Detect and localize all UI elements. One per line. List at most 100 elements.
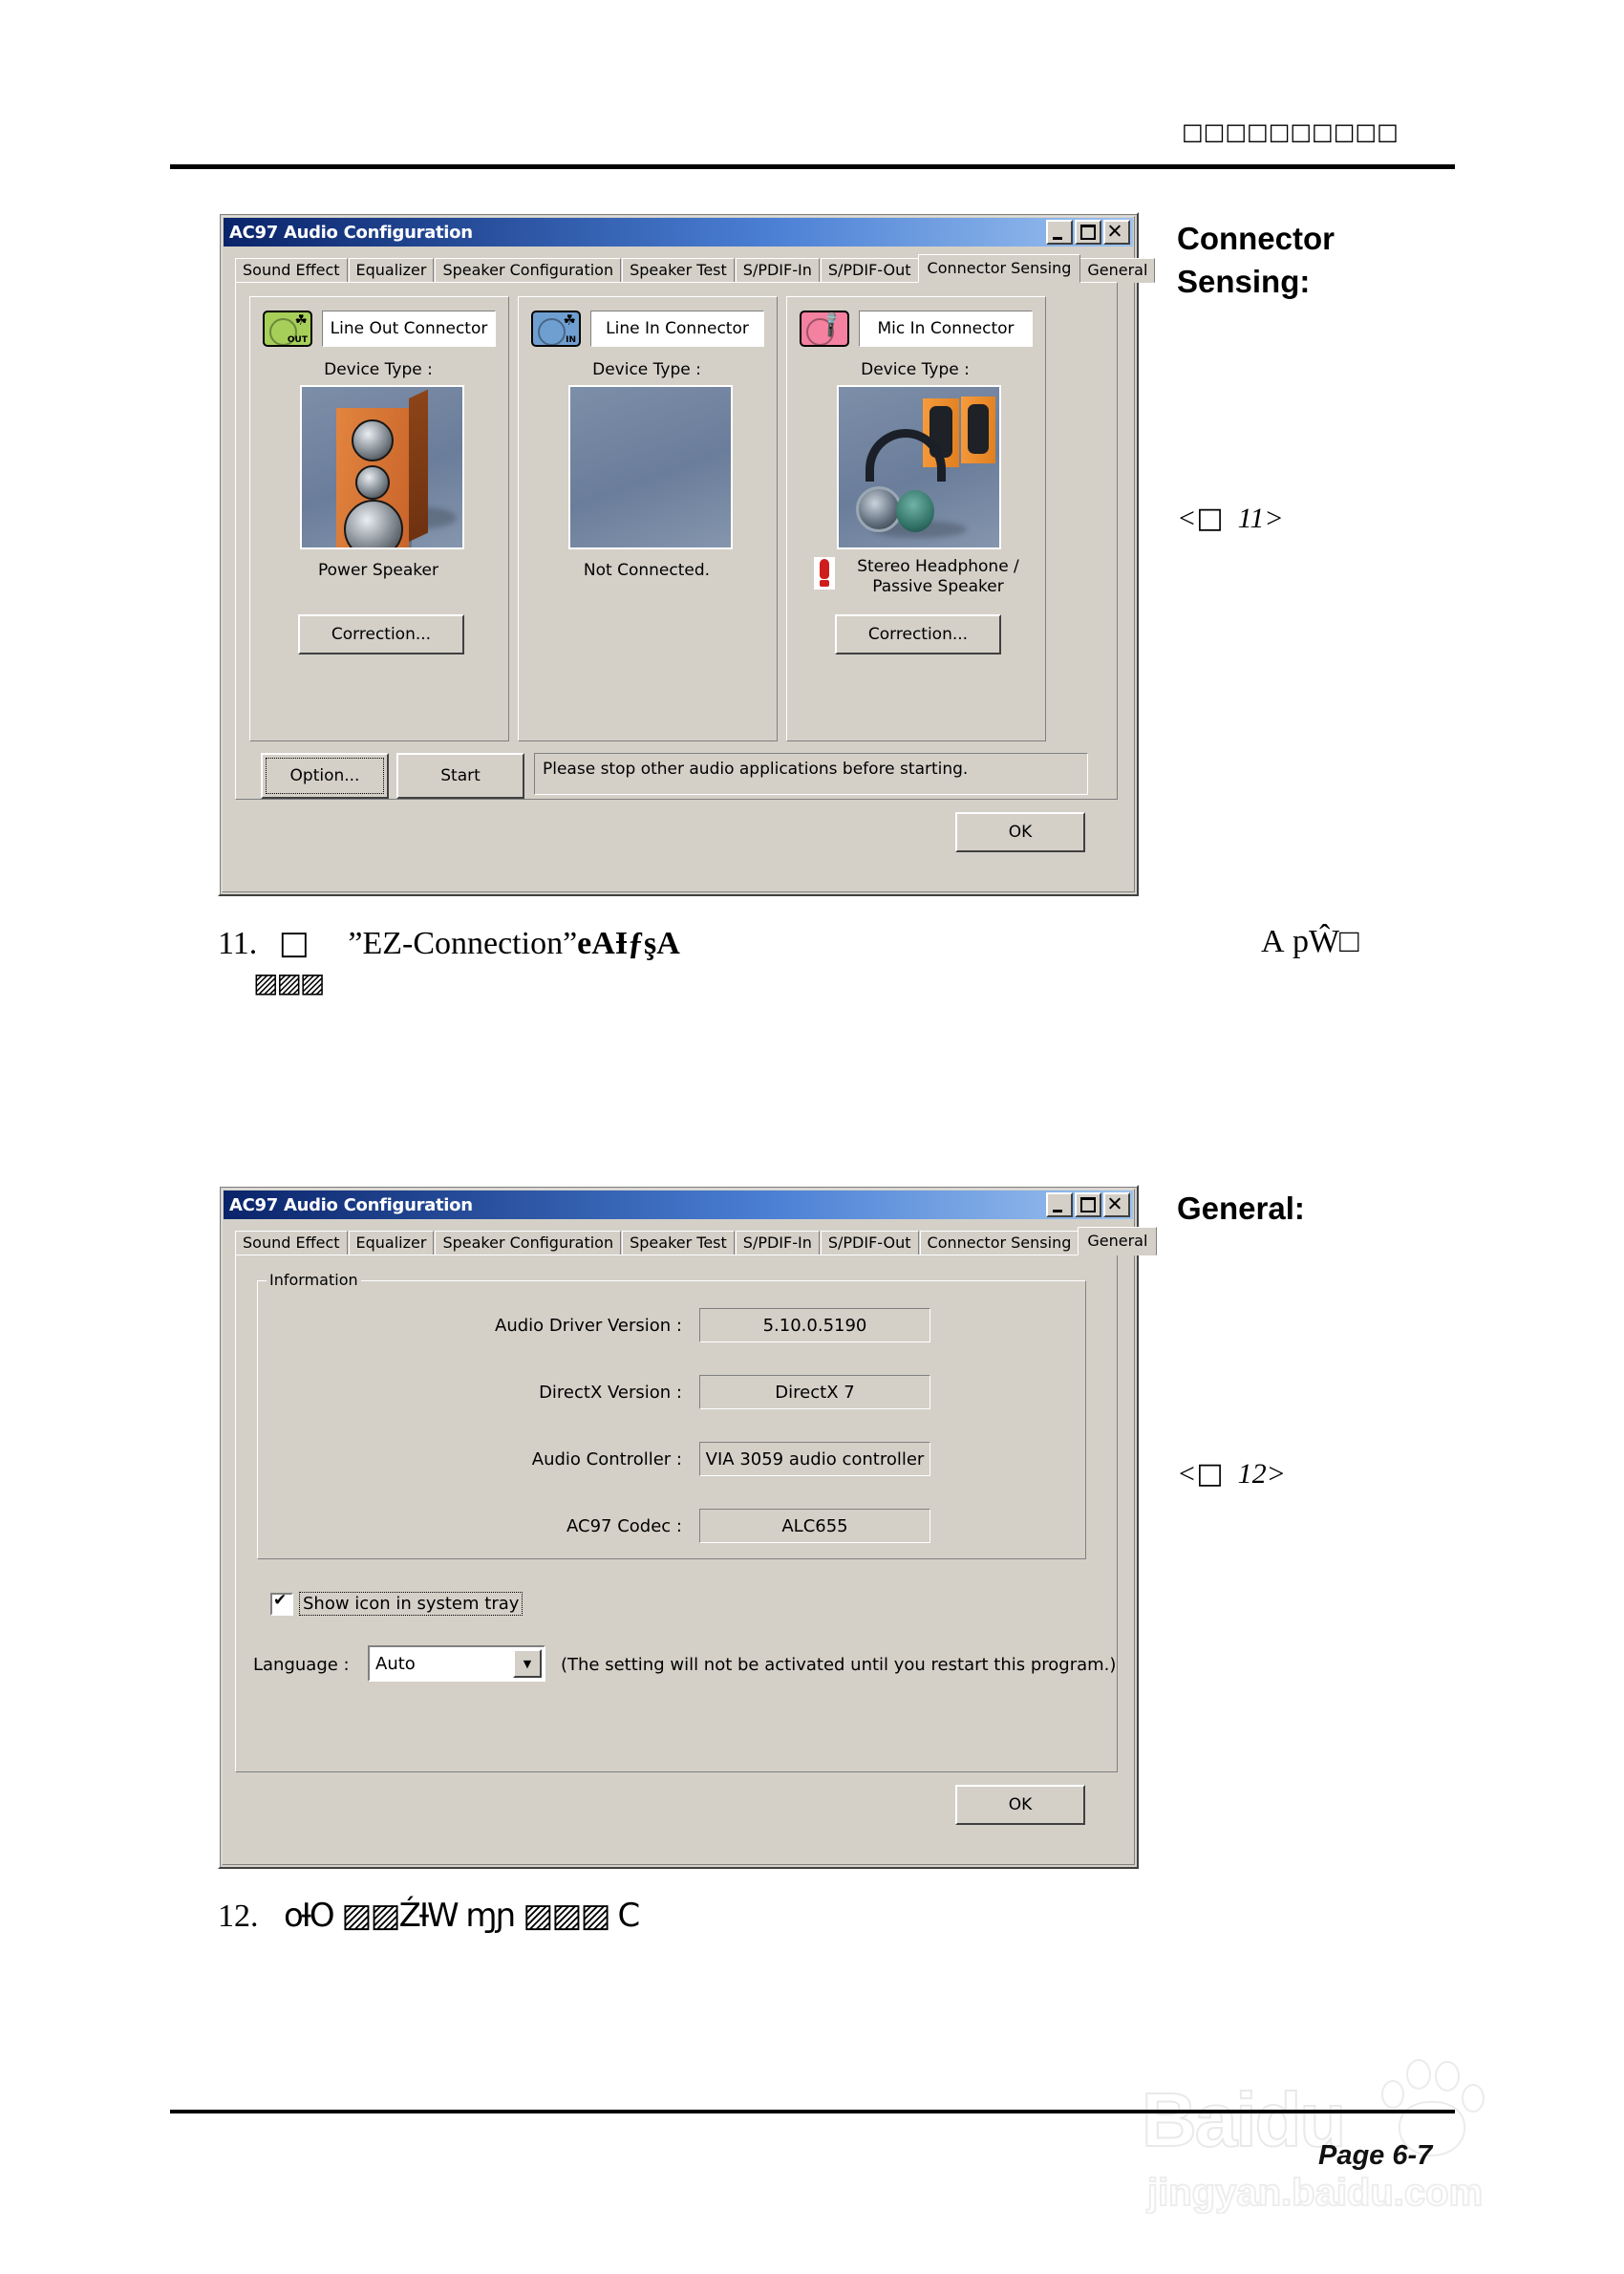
device-type-label-line-out: Device Type :	[324, 360, 433, 379]
tab-sound-effect[interactable]: Sound Effect	[235, 258, 348, 283]
language-restart-note: (The setting will not be activated until…	[561, 1655, 1117, 1675]
chevron-down-icon[interactable]: ▼	[513, 1649, 542, 1678]
language-label: Language :	[253, 1655, 350, 1675]
headphone-passive-speaker-image	[837, 385, 1001, 549]
page-number: Page 6-7	[1318, 2140, 1433, 2171]
audio-driver-version-value: 5.10.0.5190	[699, 1308, 930, 1342]
tab-spdif-out[interactable]: S/PDIF-Out	[820, 258, 919, 283]
tab-spdif-in[interactable]: S/PDIF-In	[735, 258, 820, 283]
figref-close: >	[1264, 503, 1284, 534]
window-title: AC97 Audio Configuration	[229, 222, 473, 243]
show-tray-icon-label: Show icon in system tray	[299, 1592, 524, 1616]
figure-reference-11: <□ 11>	[1177, 502, 1284, 535]
tab-equalizer[interactable]: Equalizer	[348, 258, 435, 283]
title-bar[interactable]: AC97 Audio Configuration	[224, 1191, 1133, 1219]
window-title: AC97 Audio Configuration	[229, 1194, 473, 1215]
tab-connector-sensing[interactable]: Connector Sensing	[919, 1231, 1079, 1255]
mic-in-connector-label: Mic In Connector	[859, 311, 1033, 347]
show-tray-icon-checkbox-row[interactable]: Show icon in system tray	[270, 1591, 524, 1616]
status-mic-in-line2: Passive Speaker	[872, 577, 1004, 597]
jack-direction-label: IN	[566, 335, 576, 345]
tab-equalizer[interactable]: Equalizer	[348, 1231, 435, 1255]
correction-button-mic-in[interactable]: Correction...	[835, 614, 1001, 654]
tab-page-general: Information Audio Driver Version : 5.10.…	[235, 1255, 1118, 1772]
device-type-label-line-in: Device Type :	[592, 360, 701, 379]
window-control-buttons	[1046, 1192, 1133, 1217]
minimize-button[interactable]	[1046, 1192, 1073, 1217]
tab-connector-sensing[interactable]: Connector Sensing	[917, 254, 1081, 283]
ok-button-dialog1[interactable]: OK	[955, 812, 1085, 852]
list-item-11: 11. □ ”EZ-Connection”eАƗƒşА	[218, 924, 680, 962]
ac97-audio-configuration-window-2[interactable]: AC97 Audio Configuration Sound Effect Eq…	[218, 1185, 1158, 1869]
empty-blue-image	[568, 385, 733, 549]
tab-page-connector-sensing: ☘ OUT Line Out Connector Device Type : P…	[235, 282, 1118, 800]
line-out-connector-label: Line Out Connector	[322, 311, 496, 347]
tab-spdif-out[interactable]: S/PDIF-Out	[820, 1231, 919, 1255]
line-out-jack-icon: ☘ OUT	[263, 311, 312, 347]
tab-sound-effect[interactable]: Sound Effect	[235, 1231, 348, 1255]
header-rule	[170, 164, 1455, 169]
list-item-11-garble: eАƗƒşА	[577, 926, 680, 961]
status-message: Please stop other audio applications bef…	[534, 753, 1088, 795]
ok-button-label: OK	[1008, 823, 1033, 842]
list-item-11-box-glyph: □	[278, 924, 310, 962]
ac97-codec-value: ALC655	[699, 1509, 930, 1543]
show-tray-icon-checkbox[interactable]	[270, 1591, 293, 1616]
status-line-out: Power Speaker	[318, 561, 438, 580]
panel-line-in: ☘ IN Line In Connector Device Type : Not…	[518, 296, 778, 741]
line-in-connector-label: Line In Connector	[590, 311, 764, 347]
watermark-brand: Baidu	[1141, 2076, 1347, 2163]
tab-speaker-configuration[interactable]: Speaker Configuration	[435, 258, 622, 283]
language-select[interactable]: Auto ▼	[368, 1645, 545, 1682]
status-mic-in-line1: Stereo Headphone /	[857, 557, 1019, 576]
ok-button-label: OK	[1008, 1795, 1033, 1814]
status-mic-in: Stereo Headphone / Passive Speaker	[843, 557, 1034, 598]
start-button[interactable]: Start	[396, 753, 524, 799]
tab-spdif-in[interactable]: S/PDIF-In	[735, 1231, 820, 1255]
maximize-button[interactable]	[1075, 1192, 1101, 1217]
list-item-11-quoted: ”EZ-Connection”	[348, 926, 578, 961]
tab-general[interactable]: General	[1078, 1227, 1158, 1255]
panel-mic-in: 🎤 Mic In Connector Device Type : Stereo …	[786, 296, 1046, 741]
jack-direction-label: OUT	[287, 335, 308, 345]
list-item-12-garble: oƗO ▨▨ŹƗW ɱɲ ▨▨▨ C	[284, 1897, 640, 1935]
list-item-11-number: 11.	[218, 926, 258, 961]
correction-button-label: Correction...	[867, 625, 969, 644]
status-line-in: Not Connected.	[583, 561, 711, 580]
ok-button-dialog2[interactable]: OK	[955, 1785, 1085, 1825]
ac97-audio-configuration-window-1[interactable]: AC97 Audio Configuration Sound Effect Eq…	[218, 212, 1156, 896]
device-type-label-mic-in: Device Type :	[861, 360, 970, 379]
mic-in-jack-icon: 🎤	[800, 310, 849, 347]
correction-button-line-out[interactable]: Correction...	[298, 614, 464, 654]
tab-speaker-test[interactable]: Speaker Test	[622, 1231, 735, 1255]
option-button[interactable]: Option...	[261, 753, 389, 799]
information-legend: Information	[267, 1271, 361, 1289]
figref2-close: >	[1266, 1458, 1286, 1490]
close-button[interactable]	[1103, 220, 1130, 245]
correction-button-label: Correction...	[331, 625, 432, 644]
footer-rule	[170, 2110, 1455, 2113]
window-control-buttons	[1046, 220, 1133, 245]
close-button[interactable]	[1103, 1192, 1130, 1217]
margin-heading-line2: Sensing:	[1177, 263, 1311, 299]
maximize-button[interactable]	[1075, 220, 1101, 245]
tab-strip: Sound Effect Equalizer Speaker Configura…	[235, 1227, 1158, 1255]
line-in-jack-icon: ☘ IN	[531, 311, 581, 347]
list-item-12-number: 12.	[218, 1899, 259, 1934]
audio-controller-label: Audio Controller :	[531, 1449, 682, 1470]
information-groupbox: Information Audio Driver Version : 5.10.…	[257, 1271, 1086, 1559]
minimize-button[interactable]	[1046, 220, 1073, 245]
tab-speaker-configuration[interactable]: Speaker Configuration	[435, 1231, 622, 1255]
directx-version-label: DirectX Version :	[539, 1383, 682, 1403]
figref-number: 11	[1237, 503, 1265, 534]
figref-open: <	[1177, 503, 1197, 534]
earcup-right	[896, 490, 934, 532]
audio-driver-version-label: Audio Driver Version :	[495, 1316, 682, 1336]
ac97-codec-label: AC97 Codec :	[566, 1516, 682, 1536]
title-bar[interactable]: AC97 Audio Configuration	[224, 218, 1133, 247]
tab-general[interactable]: General	[1079, 258, 1156, 283]
tab-speaker-test[interactable]: Speaker Test	[622, 258, 735, 283]
language-value: Auto	[375, 1653, 416, 1674]
figref-tofu-icon: □	[1196, 502, 1224, 535]
tab-strip: Sound Effect Equalizer Speaker Configura…	[235, 254, 1156, 283]
